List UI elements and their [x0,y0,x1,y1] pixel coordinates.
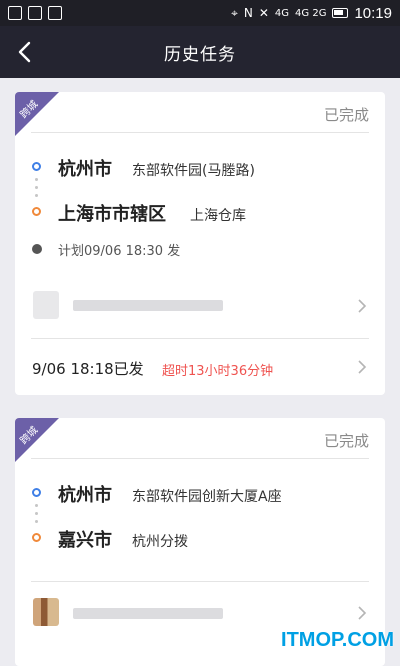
watermark: ITMOP.COM [281,629,394,651]
status-label: 已完成 [323,106,369,124]
gallery-icon [28,6,42,20]
back-arrow-icon[interactable] [12,38,40,66]
status-left-icons [8,6,62,20]
battery-icon [332,8,349,18]
route-dot [35,186,38,189]
chevron-right-icon[interactable] [355,299,369,313]
divider [31,338,369,339]
origin-city: 杭州市 [58,159,112,180]
origin-dot-icon [32,488,41,497]
destination-dot-icon [32,533,41,542]
chevron-right-icon[interactable] [355,606,369,620]
page-title: 历史任务 [164,44,236,65]
origin-dot-icon [32,162,41,171]
status-label: 已完成 [323,432,369,450]
origin-place: 东部软件园创新大厦A座 [132,489,282,505]
route-dot [35,520,38,523]
nfc-icon: N [243,6,253,20]
network-bottom-label: 4G 2G [295,7,327,19]
nav-bar: 历史任务 [0,26,400,78]
destination-place: 杭州分拨 [132,534,188,550]
location-icon: ⌖ [231,5,238,20]
divider [31,458,369,459]
blurred-contact-text [73,608,223,619]
destination-city: 嘉兴市 [58,530,112,551]
avatar [33,598,59,626]
route-dot [35,178,38,181]
clock-icon [32,244,42,254]
network-top-label: 4G [274,7,290,19]
route-dot [35,512,38,515]
blurred-contact-text [73,300,223,311]
status-bar: ⌖ N ✕ 4G 4G 2G 10:19 [0,0,400,26]
destination-dot-icon [32,207,41,216]
sent-time: 9/06 18:18已发 [32,360,144,378]
plan-time: 计划09/06 18:30 发 [58,244,181,259]
route-dot [35,504,38,507]
avatar [33,291,59,319]
route-dot [35,194,38,197]
divider [31,132,369,133]
origin-place: 东部软件园(马塍路) [132,163,255,179]
divider [31,581,369,582]
status-right-icons: ⌖ N ✕ 4G 4G 2G 10:19 [231,5,392,22]
origin-city: 杭州市 [58,485,112,506]
destination-city: 上海市市辖区 [58,204,166,225]
app-icon [48,6,62,20]
overtime-label: 超时13小时36分钟 [162,364,274,379]
notification-icon [8,6,22,20]
destination-place: 上海仓库 [190,208,246,224]
clock-time: 10:19 [354,4,392,22]
mute-icon: ✕ [258,6,269,20]
chevron-right-icon[interactable] [355,360,369,374]
task-card[interactable]: 跨城 已完成 杭州市 东部软件园(马塍路) 上海市市辖区 上海仓库 计划09/0… [15,92,385,395]
